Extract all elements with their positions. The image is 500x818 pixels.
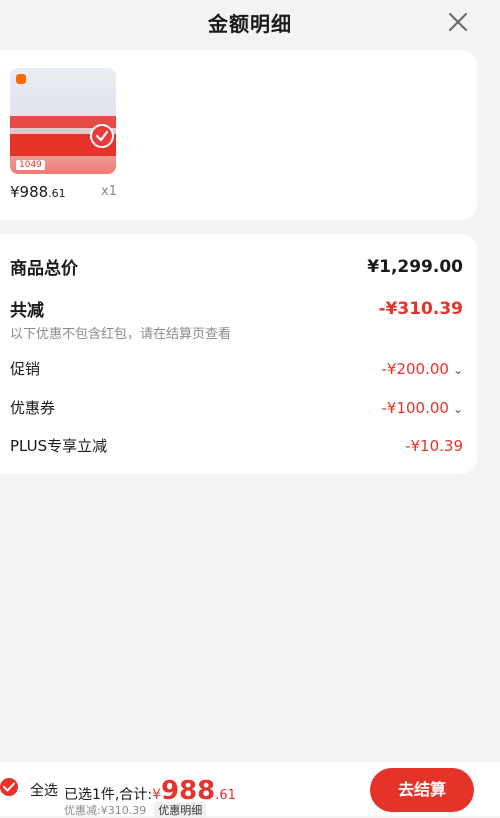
plus-value: -¥10.39: [405, 436, 463, 455]
select-all-checkbox-icon[interactable]: [0, 778, 18, 796]
chevron-down-icon[interactable]: ⌄: [453, 402, 463, 416]
promo-row[interactable]: 促销 -¥200.00 ⌄: [10, 358, 463, 379]
product-card: 1049 ¥988.61 x1: [0, 50, 477, 220]
coupon-value: -¥100.00: [381, 399, 449, 417]
discount-text: 优惠减:¥310.39: [64, 804, 147, 817]
checkmark-icon[interactable]: [90, 124, 114, 148]
page-title: 金额明细: [208, 12, 292, 36]
total-value: ¥1,299.00: [367, 256, 463, 277]
discount-note: 以下优惠不包含红包，请在结算页查看: [10, 327, 232, 342]
promo-label: 促销: [10, 360, 41, 378]
coupon-row[interactable]: 优惠券 -¥100.00 ⌄: [10, 397, 463, 418]
brand-logo-icon: [16, 74, 26, 84]
total-currency: ¥: [152, 787, 161, 803]
reduce-row: 共减 -¥310.39: [10, 296, 464, 322]
coupon-label: 优惠券: [10, 399, 56, 417]
select-all-label[interactable]: 全选: [30, 780, 58, 800]
header: 金额明细: [0, 0, 500, 44]
reduce-label: 共减: [10, 301, 44, 321]
close-icon[interactable]: [446, 10, 470, 34]
total-price: ¥988.61: [152, 776, 236, 806]
price-breakdown-card: 商品总价 ¥1,299.00 共减 -¥310.39 以下优惠不包含红包，请在结…: [0, 234, 477, 474]
total-cents: .61: [215, 788, 236, 803]
product-price-main: ¥988: [10, 183, 49, 201]
selected-count-text: 已选1件,合计:: [64, 787, 153, 803]
plus-row: PLUS专享立减 -¥10.39: [10, 435, 463, 456]
product-image[interactable]: 1049: [10, 68, 116, 174]
total-row: 商品总价 ¥1,299.00: [10, 254, 463, 280]
plus-label: PLUS专享立减: [10, 437, 108, 455]
chevron-down-icon[interactable]: ⌄: [453, 363, 463, 377]
promo-value: -¥200.00: [381, 360, 449, 378]
product-price-cents: .61: [48, 187, 66, 200]
checkout-bar: 全选 已选1件,合计:¥988.61 优惠减:¥310.39 优惠明细 去结算: [0, 762, 500, 818]
total-label: 商品总价: [10, 259, 78, 279]
checkout-button[interactable]: 去结算: [370, 768, 474, 812]
reduce-value: -¥310.39: [378, 298, 464, 319]
image-price-tag: 1049: [16, 160, 45, 170]
product-price: ¥988.61: [10, 183, 66, 201]
product-quantity: x1: [101, 184, 117, 199]
